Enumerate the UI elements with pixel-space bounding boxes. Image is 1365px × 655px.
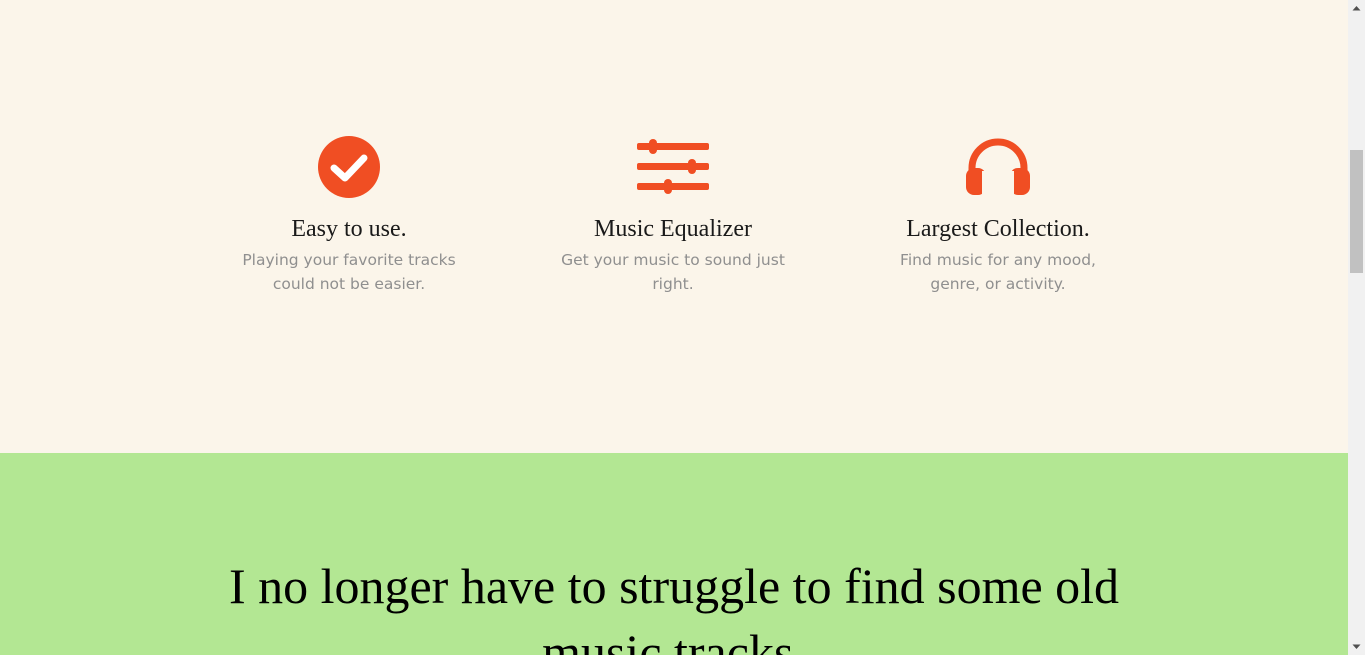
check-circle-icon (318, 136, 380, 198)
scrollbar-thumb[interactable] (1350, 150, 1363, 273)
feature-title: Largest Collection. (906, 216, 1090, 242)
feature-description: Playing your favorite tracks could not b… (242, 251, 456, 293)
testimonial-section: I no longer have to struggle to find som… (0, 453, 1348, 655)
page-viewport: Easy to use. Playing your favorite track… (0, 0, 1348, 655)
vertical-scrollbar[interactable] (1348, 0, 1365, 655)
feature-title: Easy to use. (291, 216, 407, 242)
scroll-up-arrow-icon[interactable] (1348, 0, 1365, 17)
feature-largest-collection: Largest Collection. Find music for any m… (868, 136, 1128, 296)
feature-description: Find music for any mood, genre, or activ… (900, 251, 1096, 293)
feature-music-equalizer: Music Equalizer Get your music to sound … (543, 136, 803, 296)
feature-easy-to-use: Easy to use. Playing your favorite track… (219, 136, 479, 296)
feature-title: Music Equalizer (594, 216, 752, 242)
features-section: Easy to use. Playing your favorite track… (0, 0, 1348, 453)
scroll-down-arrow-icon[interactable] (1348, 638, 1365, 655)
headphones-icon (966, 138, 1030, 195)
sliders-icon (637, 139, 709, 194)
testimonial-quote: I no longer have to struggle to find som… (228, 558, 1120, 655)
feature-description: Get your music to sound just right. (561, 251, 785, 293)
